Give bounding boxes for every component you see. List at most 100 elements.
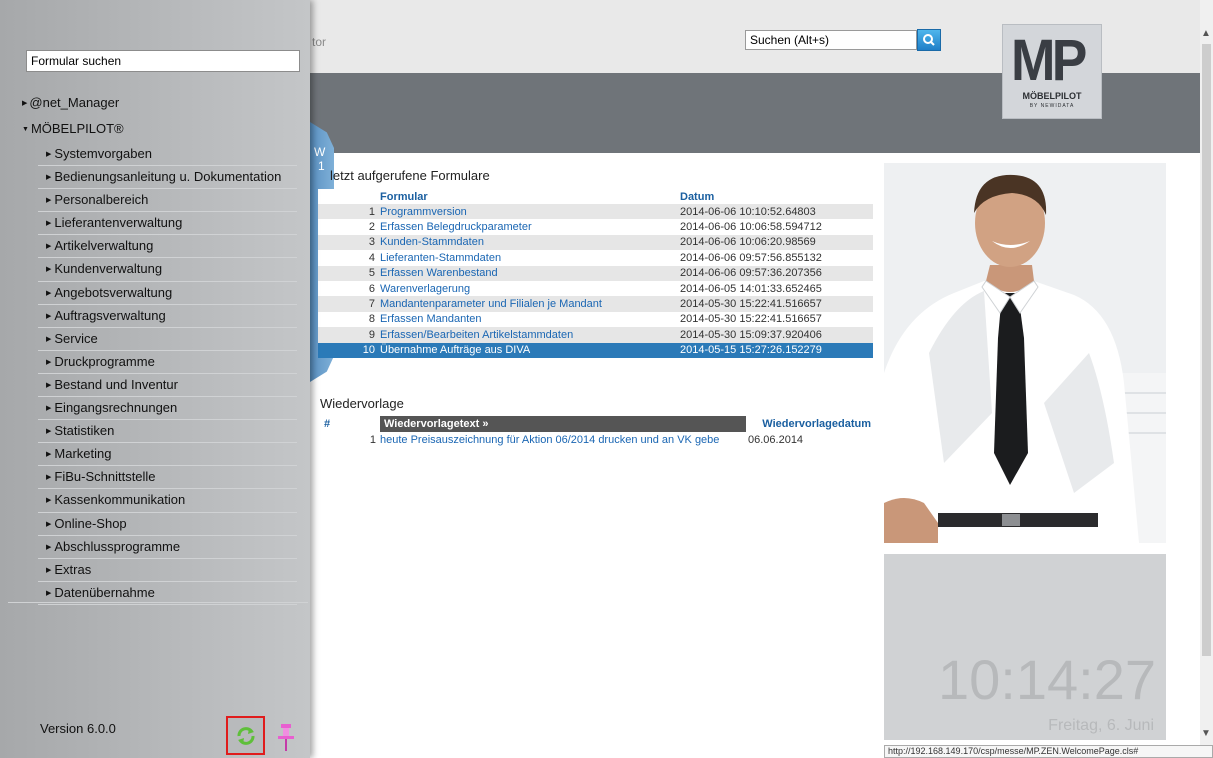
moebelpilot-logo: MP MÖBELPILOT BY NEWIDATA (1002, 24, 1102, 119)
sidebar-item-auftragsverwaltung[interactable]: ▶ Auftragsverwaltung (38, 305, 297, 328)
sidebar-item-abschlussprogramme[interactable]: ▶ Abschlussprogramme (38, 536, 297, 559)
table-row[interactable]: 1 heute Preisauszeichnung für Aktion 06/… (318, 432, 873, 447)
caret-right-icon: ▶ (46, 497, 52, 505)
header-title-partial: tor (312, 35, 327, 49)
table-row[interactable]: 4 Lieferanten-Stammdaten 2014-06-06 09:57:… (318, 250, 873, 266)
table-row[interactable]: 9 Erfassen/Bearbeiten Artikelstammdaten 20… (318, 327, 873, 343)
row-number: 4 (318, 250, 380, 266)
recent-forms-title: letzt aufgerufene Formulare (330, 168, 490, 183)
row-date: 2014-06-05 14:01:33.652465 (680, 280, 873, 297)
table-row[interactable]: 3 Kunden-Stammdaten 2014-06-06 10:06:20.98… (318, 234, 873, 251)
form-link[interactable]: Lieferanten-Stammdaten (380, 250, 680, 266)
sidebar-item-label: Personalbereich (54, 192, 149, 208)
pin-button[interactable] (275, 722, 297, 752)
form-link[interactable]: Mandantenparameter und Filialen je Manda… (380, 296, 680, 312)
sidebar-item-online-shop[interactable]: ▶ Online-Shop (38, 513, 297, 536)
app-window: tor MP MÖBELPILOT BY NEWIDATA W 1 letzt … (0, 0, 1213, 758)
caret-right-icon: ▶ (46, 266, 52, 274)
sidebar-item-angebotsverwaltung[interactable]: ▶ Angebotsverwaltung (38, 282, 297, 305)
col-form-header[interactable]: Formular (380, 189, 680, 204)
sidebar-item-label: Service (54, 330, 98, 346)
row-date: 2014-06-06 10:06:58.594712 (680, 219, 873, 235)
clock-date: Freitag, 6. Juni (1048, 717, 1154, 734)
table-row[interactable]: 7 Mandantenparameter und Filialen je Mand… (318, 296, 873, 312)
row-date: 2014-06-06 10:06:20.98569 (680, 234, 873, 251)
form-link[interactable]: Erfassen Mandanten (380, 311, 680, 328)
clock-time: 10:14:27 (938, 648, 1156, 711)
row-date: 2014-05-30 15:22:41.516657 (680, 311, 873, 328)
caret-right-icon: ▶ (46, 381, 52, 389)
form-link[interactable]: Übernahme Aufträge aus DIVA (380, 342, 680, 358)
scroll-up-icon[interactable]: ▲ (1201, 28, 1211, 39)
sidebar-item-bedienungsanleitung[interactable]: ▶ Bedienungsanleitung u. Dokumentation (38, 166, 297, 190)
sidebar-item-service[interactable]: ▶ Service (38, 328, 297, 351)
col-date-header[interactable]: Wiedervorlagedatum (746, 416, 873, 432)
scroll-down-icon[interactable]: ▼ (1201, 728, 1211, 739)
sidebar-item-statistiken[interactable]: ▶ Statistiken (38, 420, 297, 444)
sidebar-item-label: Datenübernahme (54, 584, 155, 600)
row-number: 5 (318, 265, 380, 281)
sidebar-item-net-manager[interactable]: ▶ @net_Manager (22, 95, 119, 110)
form-link[interactable]: Erfassen/Bearbeiten Artikelstammdaten (380, 327, 680, 343)
sidebar-item-kundenverwaltung[interactable]: ▶ Kundenverwaltung (38, 258, 297, 282)
form-link[interactable]: Warenverlagerung (380, 280, 680, 297)
sidebar-item-label: FiBu-Schnittstelle (54, 469, 156, 485)
sidebar-item-kassenkommunikation[interactable]: ▶ Kassenkommunikation (38, 489, 297, 513)
global-search-input[interactable] (745, 30, 917, 50)
sidebar-item-label: Bestand und Inventur (54, 376, 178, 392)
table-row[interactable]: 2 Erfassen Belegdruckparameter 2014-06-06 … (318, 219, 873, 235)
sidebar-item-personalbereich[interactable]: ▶ Personalbereich (38, 189, 297, 213)
sidebar-item-lieferantenverwaltung[interactable]: ▶ Lieferantenverwaltung (38, 212, 297, 236)
caret-right-icon: ▶ (46, 174, 52, 182)
sidebar-item-label: Marketing (54, 446, 112, 462)
sidebar-item-label: Lieferantenverwaltung (54, 215, 183, 231)
search-icon (923, 34, 935, 46)
sidebar-item-druckprogramme[interactable]: ▶ Druckprogramme (38, 351, 297, 374)
sidebar-item-moebelpilot[interactable]: ▼ MÖBELPILOT® (22, 121, 124, 136)
refresh-icon (237, 727, 254, 745)
caret-right-icon: ▶ (46, 312, 52, 320)
table-row[interactable]: 8 Erfassen Mandanten 2014-05-30 15:22:41.5… (318, 311, 873, 328)
sidebar-item-extras[interactable]: ▶ Extras (38, 559, 297, 582)
sidebar-item-bestand-inventur[interactable]: ▶ Bestand und Inventur (38, 374, 297, 398)
pin-icon (278, 724, 294, 751)
sidebar-item-label: Statistiken (54, 423, 115, 439)
sidebar-item-marketing[interactable]: ▶ Marketing (38, 443, 297, 467)
caret-right-icon: ▶ (22, 100, 28, 107)
sidebar-item-label: Auftragsverwaltung (54, 307, 166, 323)
form-link[interactable]: Programmversion (380, 204, 680, 220)
row-number: 8 (318, 311, 380, 328)
sidebar-item-label: @net_Manager (29, 95, 120, 110)
row-date: 2014-06-06 10:10:52.64803 (680, 204, 873, 220)
form-link[interactable]: Kunden-Stammdaten (380, 234, 680, 251)
sidebar-item-eingangsrechnungen[interactable]: ▶ Eingangsrechnungen (38, 397, 297, 421)
row-number: 10 (318, 342, 380, 358)
form-search-input[interactable] (26, 50, 300, 72)
col-num-header[interactable]: # (318, 416, 380, 432)
col-text-header[interactable]: Wiedervorlagetext » (380, 416, 746, 432)
clock-panel: 10:14:27 Freitag, 6. Juni (884, 554, 1166, 740)
search-button[interactable] (917, 29, 941, 51)
form-link[interactable]: Erfassen Belegdruckparameter (380, 219, 680, 235)
table-row[interactable]: 6 Warenverlagerung 2014-06-05 14:01:33.652… (318, 280, 873, 297)
row-date: 2014-05-15 15:27:26.152279 (680, 342, 873, 358)
sidebar-item-label: Artikelverwaltung (54, 238, 154, 254)
caret-down-icon: ▼ (22, 126, 29, 133)
refresh-button[interactable] (226, 716, 265, 755)
sidebar-item-artikelverwaltung[interactable]: ▶ Artikelverwaltung (38, 235, 297, 259)
table-row-selected[interactable]: 10 Übernahme Aufträge aus DIVA 2014-05-15 … (318, 342, 873, 358)
sidebar-item-systemvorgaben[interactable]: ▶ Systemvorgaben (38, 143, 297, 167)
table-row[interactable]: 1 Programmversion 2014-06-06 10:10:52.6480… (318, 204, 873, 220)
scroll-thumb[interactable] (1202, 44, 1211, 656)
table-header-row: Formular Datum (318, 189, 873, 204)
caret-right-icon: ▶ (46, 289, 52, 297)
sidebar: ▶@net_Manager ▼MÖBELPILOT® ▶Systemvorgab… (0, 0, 310, 758)
form-link[interactable]: Erfassen Warenbestand (380, 265, 680, 281)
reminder-link[interactable]: heute Preisauszeichnung für Aktion 06/20… (380, 432, 746, 447)
recent-forms-table: Formular Datum 1 Programmversion 2014-06-0… (318, 189, 873, 358)
wiedervorlage-title: Wiedervorlage (320, 396, 404, 411)
table-row[interactable]: 5 Erfassen Warenbestand 2014-06-06 09:57:3… (318, 265, 873, 281)
sidebar-item-label: Druckprogramme (54, 353, 155, 369)
col-date-header[interactable]: Datum (680, 189, 873, 204)
sidebar-item-fibu-schnittstelle[interactable]: ▶ FiBu-Schnittstelle (38, 466, 297, 490)
